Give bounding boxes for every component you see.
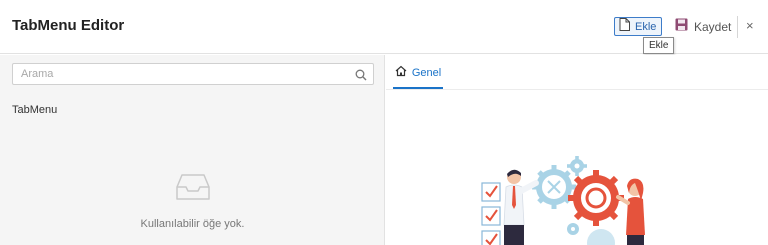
man-figure-icon — [503, 169, 539, 245]
empty-inbox-icon — [175, 173, 211, 206]
header-divider — [737, 16, 738, 38]
close-icon[interactable]: × — [746, 18, 754, 33]
page-title: TabMenu Editor — [12, 17, 125, 34]
tab-bar-divider — [386, 89, 768, 90]
sidebar-panel: TabMenu Kullanılabilir öğe yok. — [0, 55, 385, 245]
add-button-label: Ekle — [635, 20, 657, 33]
add-tooltip: Ekle — [643, 37, 675, 54]
tab-genel[interactable]: Genel — [393, 59, 443, 89]
search-input[interactable] — [13, 64, 343, 84]
woman-figure-icon — [616, 178, 645, 245]
bottom-large-gear-icon — [587, 229, 615, 245]
search-box — [12, 63, 374, 85]
blue-gear-icon — [532, 165, 576, 209]
new-document-icon — [619, 17, 630, 36]
save-button[interactable]: Kaydet — [675, 17, 731, 36]
main-panel: Genel — [386, 55, 768, 245]
checklist-icon — [481, 182, 501, 245]
bottom-gear-icon — [567, 223, 579, 235]
teamwork-gears-illustration — [478, 155, 678, 245]
floppy-disk-icon — [675, 18, 688, 36]
red-gear-icon — [568, 170, 624, 226]
save-button-label: Kaydet — [694, 19, 732, 34]
tab-genel-label: Genel — [411, 67, 442, 79]
search-icon[interactable] — [355, 68, 367, 86]
home-icon — [395, 64, 407, 82]
add-button[interactable]: Ekle — [614, 17, 662, 36]
empty-state-text: Kullanılabilir öğe yok. — [140, 218, 245, 230]
tree-root-item[interactable]: TabMenu — [12, 104, 57, 116]
